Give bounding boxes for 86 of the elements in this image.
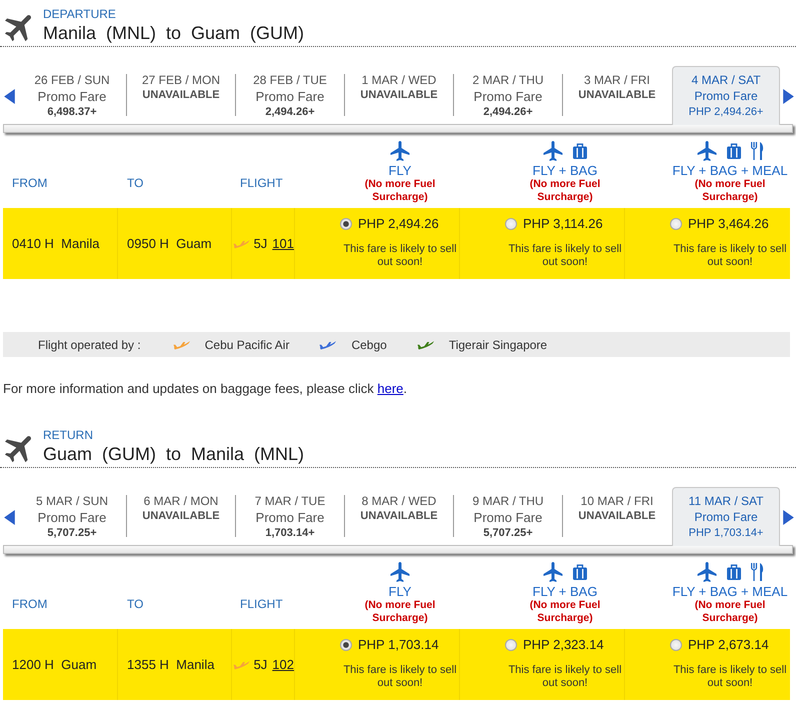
date-tab[interactable]: 7 MAR / TUE Promo Fare 1,703.14+ [236,487,344,545]
route-title: Guam (GUM) to Manila (MNL) [43,443,304,465]
date-tab[interactable]: 8 MAR / WED UNAVAILABLE [345,487,453,545]
date-tab[interactable]: 3 MAR / FRI UNAVAILABLE [563,66,671,124]
operator-name: Tigerair Singapore [448,338,548,352]
route-title: Manila (MNL) to Guam (GUM) [43,22,304,44]
flight-number-link[interactable]: 102 [272,657,294,672]
fare-note: This fare is likely to sell out soon! [507,664,623,690]
operator-name: Cebu Pacific Air [204,338,290,352]
airplane-icon [696,562,716,582]
fare-type-label: FLY + BAG + MEAL [672,584,788,599]
column-header: TO [127,597,144,611]
left-arrow-icon[interactable] [4,88,15,104]
date-tab[interactable]: 5 MAR / SUN Promo Fare 5,707.25+ [18,487,126,545]
cutlery-icon [750,563,764,581]
date-tab[interactable]: 27 FEB / MON UNAVAILABLE [127,66,235,124]
date-tab[interactable]: 28 FEB / TUE Promo Fare 2,494.26+ [236,66,344,124]
trip-label: DEPARTURE [43,6,117,22]
fare-note: This fare is likely to sell out soon! [342,664,458,690]
fare-note: This fare is likely to sell out soon! [672,243,788,269]
radio-button[interactable] [340,218,352,230]
surcharge-note: (No more Fuel Surcharge) [694,599,766,624]
airplane-icon [390,141,410,161]
arrival-time-cell: 1355 H Manila [127,657,214,672]
fare-price: PHP 3,114.26 [523,216,603,231]
column-header: FROM [12,597,48,611]
fare-price: PHP 2,494.26 [358,216,439,231]
radio-button[interactable] [505,638,517,650]
airplane-icon [5,15,31,42]
column-header: TO [127,176,144,190]
date-tab[interactable]: 10 MAR / FRI UNAVAILABLE [563,487,671,545]
suitcase-icon [573,143,587,159]
airplane-icon [543,141,563,161]
column-header: FLIGHT [240,597,283,611]
date-tab[interactable]: 2 MAR / THU Promo Fare 2,494.26+ [454,66,562,124]
date-tab[interactable]: 1 MAR / WED UNAVAILABLE [345,66,453,124]
fare-note: This fare is likely to sell out soon! [342,243,458,269]
fare-price: PHP 2,673.14 [688,637,769,652]
date-tab[interactable]: 6 MAR / MON UNAVAILABLE [127,487,235,545]
fare-type-label: FLY + BAG [532,163,598,178]
fare-type-label: FLY [388,584,412,599]
fare-note: This fare is likely to sell out soon! [507,243,623,269]
departure-time-cell: 0410 H Manila [12,236,100,251]
suitcase-icon [726,143,740,159]
surcharge-note: (No more Fuel Surcharge) [364,178,436,203]
radio-button[interactable] [505,218,517,230]
airplane-icon [696,141,716,161]
fare-price: PHP 1,703.14 [358,637,439,652]
surcharge-note: (No more Fuel Surcharge) [528,178,602,203]
fare-price: PHP 2,323.14 [523,637,604,652]
date-tab[interactable]: 9 MAR / THU Promo Fare 5,707.25+ [454,487,562,545]
here-link[interactable]: here [377,381,404,396]
fare-type-label: FLY + BAG [532,584,598,599]
radio-button[interactable] [340,638,352,650]
surcharge-note: (No more Fuel Surcharge) [694,178,766,203]
column-header: FLIGHT [240,176,283,190]
flight-number-link[interactable]: 101 [272,236,294,251]
fare-note: This fare is likely to sell out soon! [672,664,788,690]
fare-type-label: FLY + BAG + MEAL [672,163,788,178]
surcharge-note: (No more Fuel Surcharge) [364,599,436,624]
baggage-info-text: For more information and updates on baggage fees, please click here. [2,381,408,397]
carrier-code: 5J [254,236,268,251]
arrival-time-cell: 0950 H Guam [127,236,212,251]
right-arrow-icon[interactable] [783,88,794,104]
airplane-icon [543,562,563,582]
cutlery-icon [750,142,764,160]
operator-name: Cebgo [351,338,387,352]
right-arrow-icon[interactable] [783,510,794,524]
radio-button[interactable] [670,638,682,650]
suitcase-icon [726,564,740,580]
fare-price: PHP 3,464.26 [688,216,769,231]
surcharge-note: (No more Fuel Surcharge) [528,599,602,624]
date-tab[interactable]: 26 FEB / SUN Promo Fare 6,498.37+ [18,66,126,124]
carrier-code: 5J [254,657,268,672]
fare-type-label: FLY [388,163,412,178]
date-tab[interactable]: 4 MAR / SAT Promo Fare PHP 2,494.26+ [672,66,780,125]
trip-label: RETURN [43,427,94,443]
legend-label: Flight operated by : [38,338,141,352]
radio-button[interactable] [670,218,682,230]
airplane-icon [5,436,31,463]
departure-time-cell: 1200 H Guam [12,657,97,672]
left-arrow-icon[interactable] [4,510,15,524]
airplane-icon [390,562,410,582]
suitcase-icon [573,564,587,580]
column-header: FROM [12,176,48,190]
date-tab[interactable]: 11 MAR / SAT Promo Fare PHP 1,703.14+ [672,487,780,546]
